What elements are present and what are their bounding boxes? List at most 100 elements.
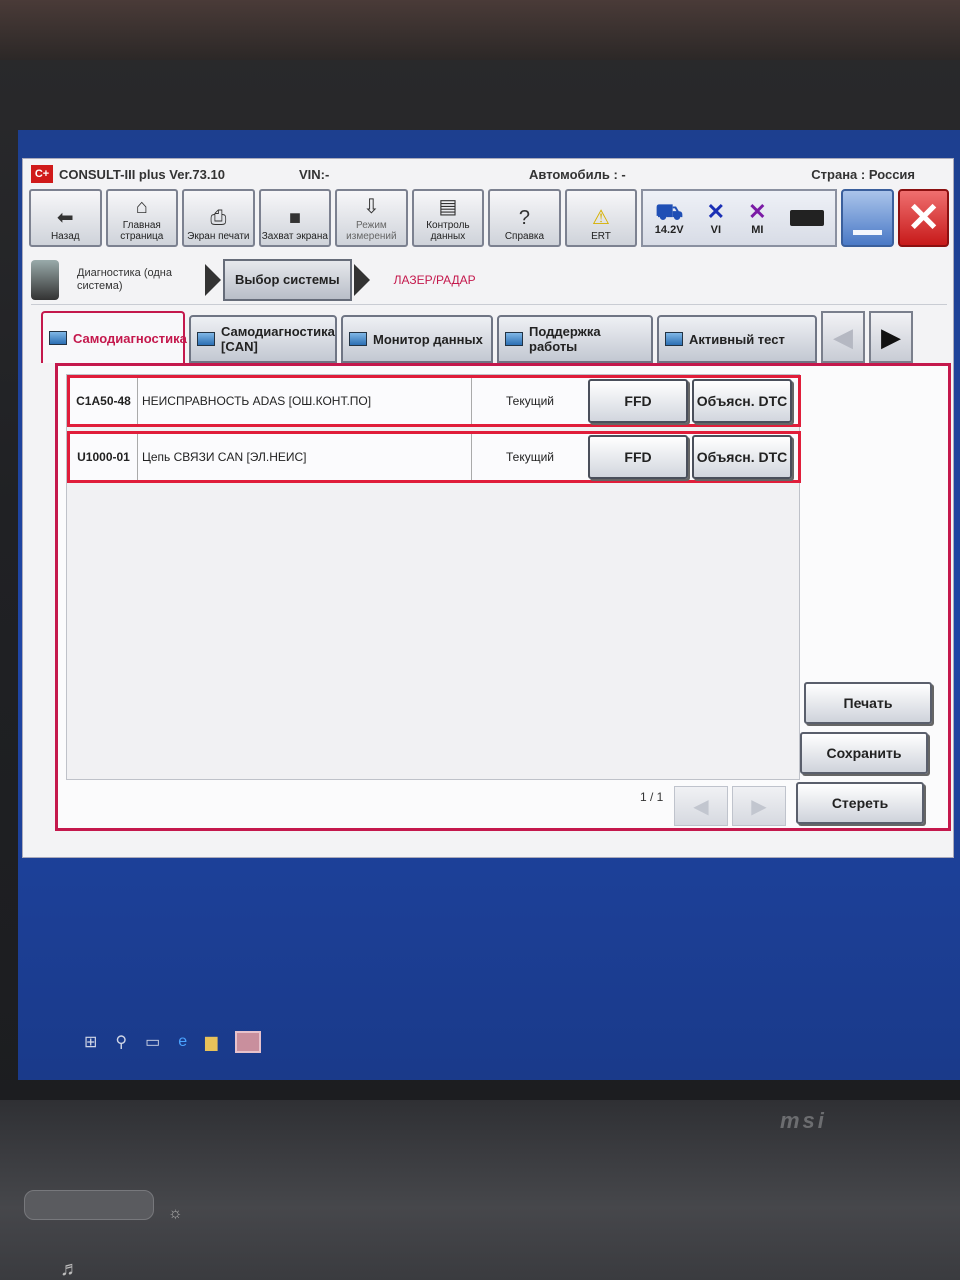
dtc-status: Текущий	[506, 450, 554, 464]
dtc-row[interactable]: U1000-01 Цепь СВЯЗИ CAN [ЭЛ.НЕИС] Текущи…	[67, 431, 801, 483]
task-view-icon[interactable]: ▭	[145, 1032, 160, 1052]
folders-icon: ▤	[438, 196, 458, 218]
triangle-right-icon: ▶	[881, 321, 901, 352]
tab-work-support[interactable]: Поддержка работы	[497, 315, 653, 363]
minimize-button[interactable]	[841, 189, 895, 247]
device-icon	[31, 259, 59, 300]
app-titlebar: C+ CONSULT-III plus Ver.73.10 VIN:- Авто…	[23, 159, 953, 189]
measure-icon: ⇩	[363, 196, 380, 218]
dtc-code: C1A50-48	[70, 378, 138, 424]
question-icon: ?	[518, 207, 531, 229]
camera-icon: ■	[288, 207, 301, 229]
vi-label: VI	[710, 224, 722, 236]
printer-icon: ⎙	[210, 207, 227, 229]
page-indicator: 1 / 1	[640, 790, 664, 804]
file-explorer-icon[interactable]: ▆	[205, 1032, 217, 1052]
tab-self-diagnosis-can[interactable]: Самодиагностика [CAN]	[189, 315, 337, 363]
taskbar: ⊞ ⚲ ▭ e ▆	[70, 1022, 960, 1062]
diagnosis-icon	[197, 332, 215, 346]
save-button[interactable]: Сохранить	[800, 732, 928, 774]
tab-label: Активный тест	[689, 331, 785, 347]
measure-mode-button[interactable]: ⇩ Режим измерений	[335, 189, 408, 247]
tab-bar: Самодиагностика Самодиагностика [CAN] Мо…	[41, 311, 947, 363]
tab-data-monitor[interactable]: Монитор данных	[341, 315, 493, 363]
laptop-brand-logo: msi	[780, 1108, 827, 1133]
home-label: Главная страница	[120, 220, 164, 242]
diagnosis-icon	[49, 331, 67, 345]
country-label: Страна : Россия	[811, 166, 915, 182]
close-button[interactable]: ✕	[898, 189, 950, 247]
ffd-button[interactable]: FFD	[588, 435, 688, 479]
light-icon: ☼	[168, 1205, 183, 1222]
dtc-code: U1000-01	[70, 434, 138, 480]
arrow-left-icon: ⬅	[56, 207, 74, 229]
explain-dtc-button[interactable]: Объясн. DTC	[692, 435, 792, 479]
toolbar: ⬅ Назад ⌂ Главная страница ⎙ Экран печат…	[29, 189, 950, 247]
x-icon: ✕	[706, 199, 726, 224]
tab-prev-button[interactable]: ◀	[821, 311, 865, 363]
triangle-left-icon: ◀	[833, 321, 853, 352]
tab-label: Самодиагностика	[73, 330, 187, 346]
ert-label: ERT	[591, 231, 611, 242]
edge-browser-icon[interactable]: e	[178, 1033, 187, 1051]
triangle-right-icon: ▶	[751, 795, 767, 818]
ert-button[interactable]: ⚠ ERT	[564, 189, 638, 247]
car-icon: ⛟	[655, 199, 683, 224]
laptop-lid-top	[0, 0, 960, 60]
breadcrumb: Диагностика (одна система) Выбор системы…	[31, 255, 947, 305]
ffd-button[interactable]: FFD	[588, 379, 688, 423]
consult-app-icon[interactable]	[235, 1031, 262, 1053]
sound-logo-icon: ♬	[60, 1258, 80, 1280]
print-button[interactable]: Печать	[804, 682, 932, 724]
home-button[interactable]: ⌂ Главная страница	[105, 189, 179, 247]
dtc-status: Текущий	[506, 394, 554, 408]
warning-icon: ⚠	[592, 207, 610, 229]
triangle-left-icon: ◀	[693, 795, 709, 818]
back-button[interactable]: ⬅ Назад	[29, 189, 102, 247]
active-test-icon	[665, 332, 683, 346]
help-button[interactable]: ? Справка	[488, 189, 561, 247]
app-logo-icon: C+	[31, 165, 53, 183]
search-icon[interactable]: ⚲	[115, 1032, 127, 1052]
capture-button[interactable]: ■ Захват экрана	[258, 189, 332, 247]
dtc-description: Цепь СВЯЗИ CAN [ЭЛ.НЕИС]	[138, 434, 472, 480]
data-control-label: Контроль данных	[426, 220, 470, 242]
erase-button[interactable]: Стереть	[796, 782, 924, 824]
tab-active-test[interactable]: Активный тест	[657, 315, 817, 363]
battery-icon	[789, 210, 824, 226]
print-screen-label: Экран печати	[187, 231, 250, 242]
explain-dtc-button[interactable]: Объясн. DTC	[692, 379, 792, 423]
data-control-button[interactable]: ▤ Контроль данных	[411, 189, 485, 247]
vin-label: VIN:-	[299, 166, 330, 182]
close-icon: ✕	[906, 196, 941, 240]
tab-label: Монитор данных	[373, 331, 483, 347]
monitor-icon	[349, 332, 367, 346]
support-icon	[505, 332, 523, 346]
measure-mode-label: Режим измерений	[346, 220, 397, 242]
home-icon: ⌂	[135, 196, 148, 218]
back-label: Назад	[50, 231, 80, 242]
x-icon: ✕	[748, 199, 767, 224]
tab-self-diagnosis[interactable]: Самодиагностика	[41, 311, 187, 363]
breadcrumb-arrow-icon	[353, 263, 370, 296]
dtc-row[interactable]: C1A50-48 НЕИСПРАВНОСТЬ ADAS [ОШ.КОНТ.ПО]…	[67, 375, 801, 427]
page-prev-button[interactable]: ◀	[674, 786, 728, 826]
tab-label: Самодиагностика [CAN]	[221, 324, 335, 354]
help-label: Справка	[504, 231, 545, 242]
windows-start-icon[interactable]: ⊞	[84, 1032, 97, 1052]
breadcrumb-diagnosis[interactable]: Диагностика (одна система)	[77, 267, 203, 293]
power-button[interactable]	[24, 1190, 154, 1220]
mi-status: ✕ MI	[748, 199, 767, 237]
dtc-panel: C1A50-48 НЕИСПРАВНОСТЬ ADAS [ОШ.КОНТ.ПО]…	[55, 363, 951, 831]
capture-label: Захват экрана	[261, 231, 328, 242]
voltage-status: ⛟ 14.2V	[655, 199, 684, 237]
vehicle-label: Автомобиль : -	[529, 166, 626, 182]
consult-window: C+ CONSULT-III plus Ver.73.10 VIN:- Авто…	[22, 158, 954, 858]
tab-next-button[interactable]: ▶	[869, 311, 913, 363]
print-screen-button[interactable]: ⎙ Экран печати	[182, 189, 255, 247]
tab-label: Поддержка работы	[529, 324, 601, 354]
system-select-button[interactable]: Выбор системы	[223, 258, 352, 301]
dtc-list: C1A50-48 НЕИСПРАВНОСТЬ ADAS [ОШ.КОНТ.ПО]…	[66, 374, 801, 780]
page-next-button[interactable]: ▶	[732, 786, 786, 826]
vehicle-status: ⛟ 14.2V ✕ VI ✕ MI	[641, 189, 838, 247]
